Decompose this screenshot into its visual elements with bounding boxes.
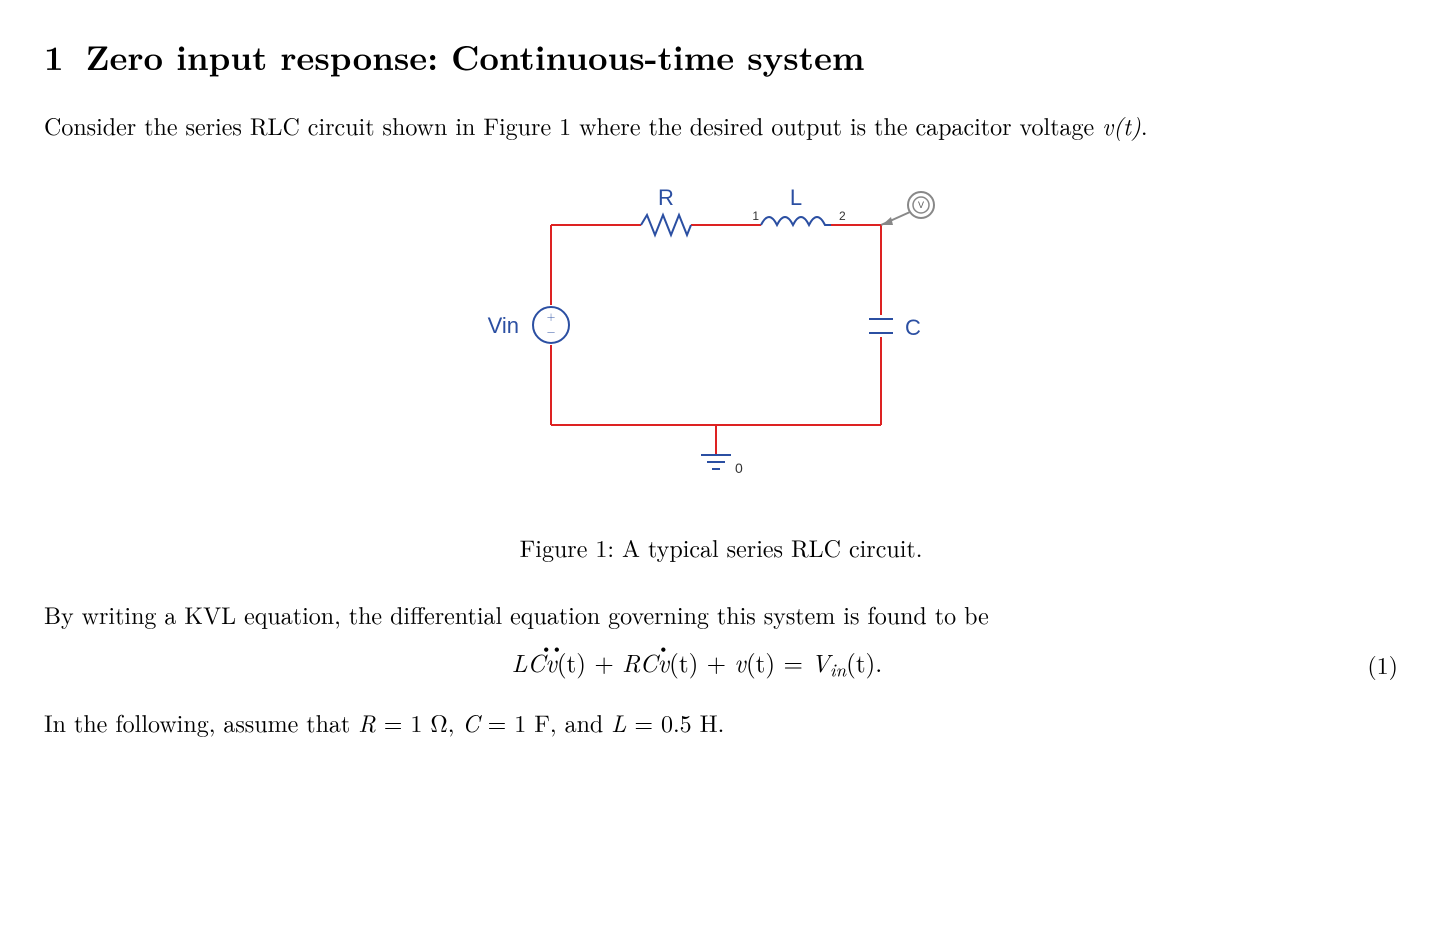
assume-Cval: = 1 F, and xyxy=(480,705,612,739)
eq-t2: (t) xyxy=(669,645,698,680)
capacitor-icon xyxy=(869,319,893,333)
intro-var: v(t) xyxy=(1102,108,1141,142)
resistor-icon xyxy=(641,215,691,235)
assume-R: R xyxy=(358,705,376,739)
rlc-circuit-svg: + − Vin R 1 L 2 V C xyxy=(461,165,981,505)
eq-period: . xyxy=(875,645,882,680)
eq-plus1: + xyxy=(586,645,622,680)
resistor-label: R xyxy=(658,185,674,210)
svg-text:−: − xyxy=(547,324,556,339)
equation-body: LCv(t) + RCv(t) + v(t) = Vin(t). xyxy=(44,645,1350,683)
equation-1: LCv(t) + RCv(t) + v(t) = Vin(t). (1) xyxy=(44,645,1398,683)
eq-v-dot: v xyxy=(658,645,670,680)
eq-eq: = xyxy=(775,645,811,680)
inductor-icon xyxy=(761,217,831,225)
intro-pre: Consider the series RLC circuit shown in… xyxy=(44,108,1102,142)
assume-C: C xyxy=(462,705,479,739)
equation-number: (1) xyxy=(1350,647,1398,681)
node1-label: 1 xyxy=(752,209,759,223)
node2-label: 2 xyxy=(839,209,846,223)
section-heading: 1 Zero input response: Continuous-time s… xyxy=(44,32,1398,81)
eq-v-ddot: v xyxy=(545,645,557,680)
eq-Vin-in: in xyxy=(830,656,846,682)
eq-v: v xyxy=(734,645,746,680)
intro-paragraph: Consider the series RLC circuit shown in… xyxy=(44,109,1398,141)
section-number: 1 xyxy=(44,32,64,81)
eq-RC: RC xyxy=(622,645,657,680)
voltage-probe-icon xyxy=(881,192,934,225)
vin-label: Vin xyxy=(488,313,519,338)
assume-Rval: = 1 Ω, xyxy=(376,705,463,739)
capacitor-label: C xyxy=(905,315,921,340)
kvl-sentence: By writing a KVL equation, the different… xyxy=(44,598,1398,630)
section-title: Zero input response: Continuous-time sys… xyxy=(86,32,865,81)
figure-rlc-circuit: + − Vin R 1 L 2 V C xyxy=(44,165,1398,512)
assume-Lval: = 0.5 H. xyxy=(626,705,724,739)
intro-post: . xyxy=(1141,108,1148,142)
voltage-source-icon: + − xyxy=(533,307,569,343)
figure-caption: Figure 1: A typical series RLC circuit. xyxy=(44,530,1398,564)
eq-t3: (t) xyxy=(746,645,775,680)
assume-pre: In the following, assume that xyxy=(44,705,358,739)
inductor-label: L xyxy=(790,185,802,210)
ground-label: 0 xyxy=(735,460,743,476)
eq-plus2: + xyxy=(698,645,734,680)
probe-label: V xyxy=(918,200,924,210)
svg-text:+: + xyxy=(547,309,556,324)
eq-Vin-V: V xyxy=(811,645,830,680)
assume-L: L xyxy=(611,705,626,739)
ground-icon xyxy=(701,455,731,469)
assumptions-paragraph: In the following, assume that R = 1 Ω, C… xyxy=(44,706,1398,738)
eq-t4: (t) xyxy=(846,645,875,680)
